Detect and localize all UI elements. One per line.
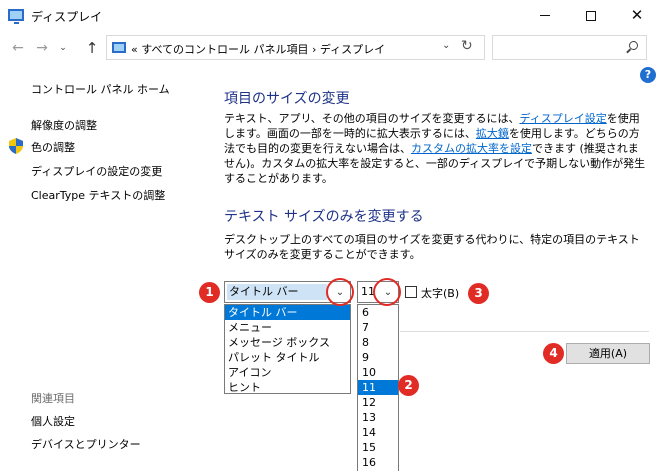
address-bar[interactable]: « すべてのコントロール パネル項目 › ディスプレイ ⌄ ↻	[106, 35, 485, 60]
up-arrow-icon: ↑	[85, 39, 99, 57]
search-icon[interactable]	[629, 41, 638, 50]
highlight-ring	[326, 278, 354, 306]
close-button[interactable]: ✕	[614, 0, 660, 31]
size-select-list: 6 7 8 9 10 11 12 13 14 15 16	[357, 304, 399, 471]
size-option[interactable]: 11	[358, 380, 398, 395]
item-option[interactable]: メッセージ ボックス	[225, 335, 350, 350]
title-bar: ディスプレイ ✕	[0, 0, 660, 31]
size-option[interactable]: 6	[358, 305, 398, 320]
section-heading-text-size: テキスト サイズのみを変更する	[224, 209, 424, 225]
sidebar-home-link[interactable]: コントロール パネル ホーム	[31, 81, 170, 97]
item-select-list: タイトル バー メニュー メッセージ ボックス パレット タイトル アイコン ヒ…	[224, 304, 351, 394]
display-settings-link[interactable]: ディスプレイ設定	[519, 112, 606, 125]
size-option[interactable]: 16	[358, 455, 398, 470]
refresh-icon[interactable]: ↻	[461, 38, 473, 54]
size-option[interactable]: 15	[358, 440, 398, 455]
help-icon[interactable]: ?	[640, 67, 656, 83]
divider	[400, 331, 649, 332]
highlight-ring	[373, 278, 401, 306]
sidebar-item-resolution[interactable]: 解像度の調整	[31, 117, 97, 133]
control-panel-icon	[112, 42, 126, 53]
search-input[interactable]	[497, 39, 617, 56]
annotation-badge: 4	[543, 343, 564, 364]
size-option[interactable]: 8	[358, 335, 398, 350]
magnifier-link[interactable]: 拡大鏡	[476, 127, 509, 140]
section-description-text-size: デスクトップ上のすべての項目のサイズを変更する代わりに、特定の項目のテキスト サ…	[224, 233, 640, 261]
display-icon	[8, 9, 24, 24]
search-box[interactable]	[492, 35, 647, 60]
chevron-down-icon: ⌄	[59, 43, 67, 53]
back-arrow-icon: ←	[12, 40, 24, 56]
window-title: ディスプレイ	[31, 10, 103, 24]
related-heading: 関連項目	[31, 392, 75, 405]
custom-scaling-link[interactable]: カスタムの拡大率を設定	[411, 142, 532, 155]
breadcrumb[interactable]: « すべてのコントロール パネル項目 › ディスプレイ	[131, 41, 385, 57]
forward-arrow-icon: →	[36, 40, 48, 56]
apply-button[interactable]: 適用(A)	[566, 343, 650, 364]
up-button[interactable]: ↑	[82, 38, 102, 58]
bold-checkbox-label[interactable]: 太字(B)	[421, 285, 459, 301]
forward-button[interactable]: →	[32, 38, 52, 58]
maximize-icon	[586, 10, 596, 21]
size-option[interactable]: 9	[358, 350, 398, 365]
item-option[interactable]: タイトル バー	[225, 305, 350, 320]
item-option[interactable]: パレット タイトル	[225, 350, 350, 365]
close-icon: ✕	[630, 6, 644, 24]
annotation-badge: 2	[398, 375, 419, 396]
item-option[interactable]: ヒント	[225, 380, 350, 395]
sidebar-item-color[interactable]: 色の調整	[31, 139, 75, 155]
address-dropdown-icon[interactable]: ⌄	[442, 40, 450, 51]
recent-locations-button[interactable]: ⌄	[56, 38, 70, 58]
size-option[interactable]: 10	[358, 365, 398, 380]
back-button[interactable]: ←	[8, 38, 28, 58]
bold-checkbox[interactable]	[405, 286, 417, 298]
size-option[interactable]: 14	[358, 425, 398, 440]
item-option[interactable]: アイコン	[225, 365, 350, 380]
sidebar-item-display-settings[interactable]: ディスプレイの設定の変更	[31, 163, 162, 179]
minimize-icon	[540, 15, 550, 16]
size-option[interactable]: 13	[358, 410, 398, 425]
item-select-value: タイトル バー	[227, 284, 327, 300]
minimize-button[interactable]	[522, 0, 568, 31]
section-description-size: テキスト、アプリ、その他の項目のサイズを変更するには、ディスプレイ設定を使用しま…	[224, 112, 646, 185]
shield-icon	[9, 138, 23, 154]
item-option[interactable]: メニュー	[225, 320, 350, 335]
size-option[interactable]: 7	[358, 320, 398, 335]
related-item-personalization[interactable]: 個人設定	[31, 413, 75, 429]
sidebar-item-cleartype[interactable]: ClearType テキストの調整	[31, 187, 165, 203]
navigation-bar: ← → ⌄ ↑ « すべてのコントロール パネル項目 › ディスプレイ ⌄ ↻	[0, 31, 660, 65]
size-option[interactable]: 12	[358, 395, 398, 410]
maximize-button[interactable]	[568, 0, 614, 31]
annotation-badge: 3	[468, 283, 489, 304]
related-item-devices-printers[interactable]: デバイスとプリンター	[31, 436, 141, 452]
annotation-badge: 1	[199, 282, 220, 303]
section-heading-size: 項目のサイズの変更	[224, 91, 350, 107]
